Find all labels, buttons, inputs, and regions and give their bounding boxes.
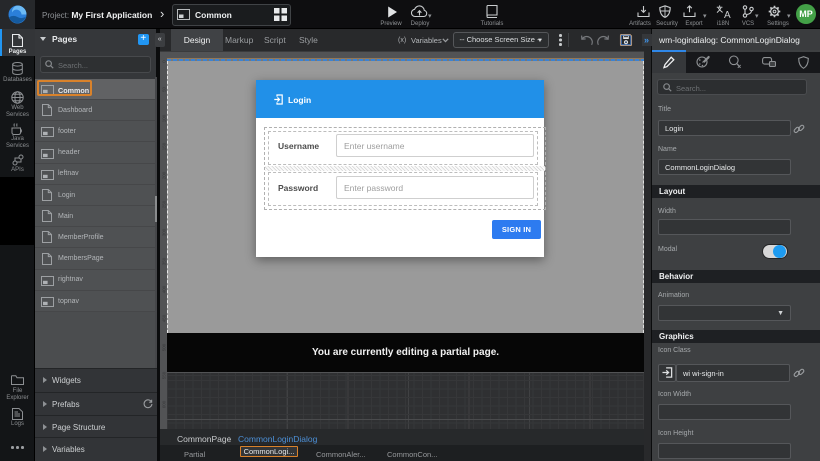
svg-text:A: A bbox=[724, 10, 731, 19]
